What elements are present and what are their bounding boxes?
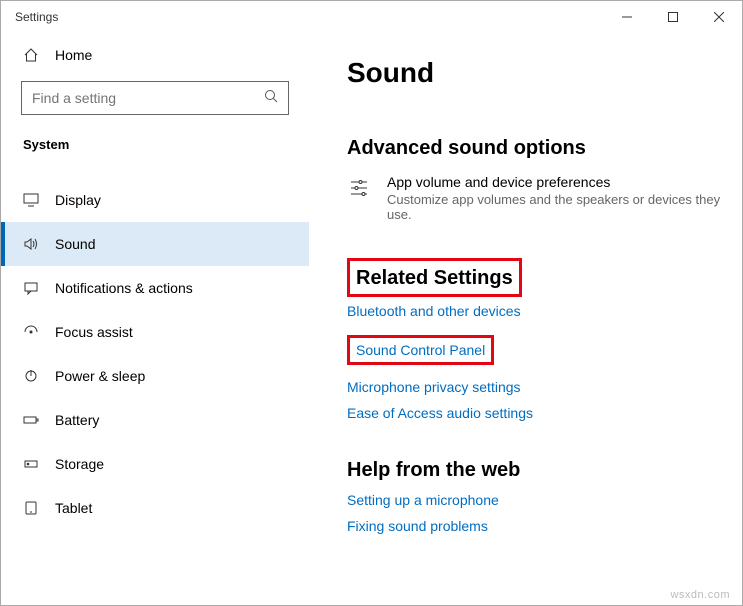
sidebar-item-focus[interactable]: Focus assist: [1, 310, 309, 354]
link-ease-access[interactable]: Ease of Access audio settings: [347, 405, 724, 421]
search-input[interactable]: [32, 90, 264, 106]
nav-list: Display Sound Notifications & actions Fo…: [1, 178, 309, 530]
minimize-button[interactable]: [604, 1, 650, 33]
search-icon: [264, 89, 278, 108]
notifications-icon: [23, 281, 39, 295]
sidebar-item-label: Power & sleep: [55, 368, 145, 384]
sound-icon: [23, 237, 39, 251]
link-fix-sound[interactable]: Fixing sound problems: [347, 518, 724, 534]
title-bar: Settings: [1, 1, 742, 33]
main-pane: Sound Advanced sound options App volume …: [309, 33, 742, 605]
home-icon: [23, 47, 39, 63]
close-button[interactable]: [696, 1, 742, 33]
maximize-button[interactable]: [650, 1, 696, 33]
advanced-option-title: App volume and device preferences: [387, 174, 724, 190]
watermark: wsxdn.com: [670, 589, 730, 601]
sidebar-item-tablet[interactable]: Tablet: [1, 486, 309, 530]
focus-icon: [23, 325, 39, 339]
sidebar-item-sound[interactable]: Sound: [1, 222, 309, 266]
sidebar-item-battery[interactable]: Battery: [1, 398, 309, 442]
volume-prefs-icon: [347, 174, 371, 222]
sidebar: Home System Display Sound Notifications …: [1, 33, 309, 605]
help-heading: Help from the web: [347, 459, 724, 482]
storage-icon: [23, 457, 39, 471]
sidebar-item-label: Focus assist: [55, 324, 133, 340]
sidebar-item-label: Notifications & actions: [55, 280, 193, 296]
sidebar-item-label: Tablet: [55, 500, 92, 516]
link-setup-mic[interactable]: Setting up a microphone: [347, 492, 724, 508]
window-controls: [604, 1, 742, 33]
highlight-box-heading: Related Settings: [347, 258, 522, 297]
sidebar-item-label: Battery: [55, 412, 99, 428]
tablet-icon: [23, 501, 39, 515]
category-heading: System: [1, 127, 309, 160]
window-title: Settings: [15, 10, 58, 24]
search-box[interactable]: [21, 81, 289, 115]
link-bluetooth[interactable]: Bluetooth and other devices: [347, 303, 724, 319]
power-icon: [23, 369, 39, 383]
sidebar-item-display[interactable]: Display: [1, 178, 309, 222]
sidebar-item-label: Display: [55, 192, 101, 208]
page-title: Sound: [347, 57, 724, 89]
sidebar-item-power[interactable]: Power & sleep: [1, 354, 309, 398]
sidebar-item-label: Storage: [55, 456, 104, 472]
link-mic-privacy[interactable]: Microphone privacy settings: [347, 379, 724, 395]
advanced-heading: Advanced sound options: [347, 137, 724, 160]
highlight-box-link: Sound Control Panel: [347, 335, 494, 365]
sidebar-item-storage[interactable]: Storage: [1, 442, 309, 486]
advanced-option[interactable]: App volume and device preferences Custom…: [347, 174, 724, 222]
display-icon: [23, 193, 39, 207]
home-nav[interactable]: Home: [1, 37, 309, 73]
advanced-option-desc: Customize app volumes and the speakers o…: [387, 192, 724, 222]
sidebar-item-notifications[interactable]: Notifications & actions: [1, 266, 309, 310]
battery-icon: [23, 413, 39, 427]
related-heading: Related Settings: [354, 263, 515, 292]
sidebar-item-label: Sound: [55, 236, 95, 252]
home-label: Home: [55, 47, 92, 63]
link-sound-control-panel[interactable]: Sound Control Panel: [356, 342, 485, 358]
